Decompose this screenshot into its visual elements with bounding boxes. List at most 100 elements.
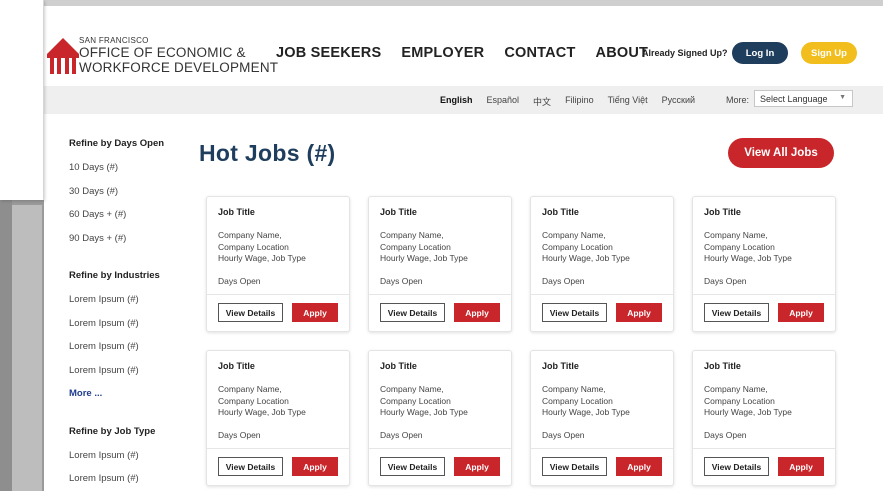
language-bar: English Español 中文 Filipino Tiếng Việt Р… xyxy=(44,86,883,114)
lang-english[interactable]: English xyxy=(440,95,473,108)
company-location: Company Location xyxy=(218,395,289,406)
card-divider xyxy=(207,448,349,449)
days-open: Days Open xyxy=(542,430,585,440)
company-name: Company Name, xyxy=(218,230,282,240)
job-card: Job Title Company Name, Company Location… xyxy=(692,350,836,486)
job-title[interactable]: Job Title xyxy=(218,207,255,217)
lang-russian[interactable]: Русский xyxy=(662,95,695,108)
view-details-button[interactable]: View Details xyxy=(542,457,607,476)
job-card: Job Title Company Name, Company Location… xyxy=(206,350,350,486)
view-details-button[interactable]: View Details xyxy=(704,457,769,476)
chevron-down-icon: ▼ xyxy=(839,94,846,101)
job-card-grid: Job Title Company Name, Company Location… xyxy=(206,196,836,486)
company-location: Company Location xyxy=(380,395,451,406)
filter-industry-item[interactable]: Lorem Ipsum (#) xyxy=(69,341,189,365)
background-edge-light xyxy=(12,205,42,491)
view-details-button[interactable]: View Details xyxy=(704,303,769,322)
nav-contact[interactable]: CONTACT xyxy=(504,45,575,61)
lang-filipino[interactable]: Filipino xyxy=(565,95,594,108)
lang-chinese[interactable]: 中文 xyxy=(533,95,551,108)
wage-type: Hourly Wage, Job Type xyxy=(542,253,630,263)
logo-text[interactable]: SAN FRANCISCO OFFICE OF ECONOMIC & WORKF… xyxy=(79,36,278,75)
company-location: Company Location xyxy=(542,395,613,406)
company-location: Company Location xyxy=(380,241,451,252)
page: SAN FRANCISCO OFFICE OF ECONOMIC & WORKF… xyxy=(44,6,883,491)
view-details-button[interactable]: View Details xyxy=(218,303,283,322)
apply-button[interactable]: Apply xyxy=(454,303,500,322)
company-name: Company Name, xyxy=(380,384,444,394)
filter-job-type-item[interactable]: Lorem Ipsum (#) xyxy=(69,450,189,474)
filter-industry-item[interactable]: Lorem Ipsum (#) xyxy=(69,318,189,342)
background-edge xyxy=(0,200,12,491)
view-all-jobs-button[interactable]: View All Jobs xyxy=(728,138,834,168)
logo-subtitle: SAN FRANCISCO xyxy=(79,36,149,45)
job-title[interactable]: Job Title xyxy=(218,361,255,371)
nav-employer[interactable]: EMPLOYER xyxy=(401,45,484,61)
job-info: Company Name, Company Location Hourly Wa… xyxy=(218,384,306,419)
filter-days-90[interactable]: 90 Days + (#) xyxy=(69,233,189,257)
card-divider xyxy=(693,294,835,295)
job-info: Company Name, Company Location Hourly Wa… xyxy=(704,384,792,419)
sf-city-hall-logo-icon xyxy=(47,38,79,74)
job-title[interactable]: Job Title xyxy=(704,361,741,371)
job-title[interactable]: Job Title xyxy=(542,207,579,217)
apply-button[interactable]: Apply xyxy=(292,457,338,476)
filter-days-30[interactable]: 30 Days (#) xyxy=(69,186,189,210)
filter-days-60[interactable]: 60 Days + (#) xyxy=(69,209,189,233)
days-open: Days Open xyxy=(704,430,747,440)
job-info: Company Name, Company Location Hourly Wa… xyxy=(380,384,468,419)
apply-button[interactable]: Apply xyxy=(616,457,662,476)
job-info: Company Name, Company Location Hourly Wa… xyxy=(704,230,792,265)
filter-industries-more-link[interactable]: More ... xyxy=(69,388,189,412)
apply-button[interactable]: Apply xyxy=(616,303,662,322)
wage-type: Hourly Wage, Job Type xyxy=(704,407,792,417)
wage-type: Hourly Wage, Job Type xyxy=(218,407,306,417)
wage-type: Hourly Wage, Job Type xyxy=(218,253,306,263)
wage-type: Hourly Wage, Job Type xyxy=(704,253,792,263)
company-name: Company Name, xyxy=(704,230,768,240)
card-divider xyxy=(531,448,673,449)
job-title[interactable]: Job Title xyxy=(704,207,741,217)
job-info: Company Name, Company Location Hourly Wa… xyxy=(218,230,306,265)
apply-button[interactable]: Apply xyxy=(292,303,338,322)
company-name: Company Name, xyxy=(704,384,768,394)
job-info: Company Name, Company Location Hourly Wa… xyxy=(380,230,468,265)
job-card: Job Title Company Name, Company Location… xyxy=(530,350,674,486)
nav-job-seekers[interactable]: JOB SEEKERS xyxy=(276,45,381,61)
view-details-button[interactable]: View Details xyxy=(380,457,445,476)
company-name: Company Name, xyxy=(542,384,606,394)
main-nav: JOB SEEKERS EMPLOYER CONTACT ABOUT xyxy=(276,45,648,61)
filter-industry-item[interactable]: Lorem Ipsum (#) xyxy=(69,294,189,318)
lang-vietnamese[interactable]: Tiếng Việt xyxy=(608,95,648,108)
job-title[interactable]: Job Title xyxy=(542,361,579,371)
apply-button[interactable]: Apply xyxy=(454,457,500,476)
apply-button[interactable]: Apply xyxy=(778,457,824,476)
language-select[interactable]: Select Language ▼ xyxy=(754,90,853,107)
job-title[interactable]: Job Title xyxy=(380,207,417,217)
days-open: Days Open xyxy=(542,276,585,286)
company-location: Company Location xyxy=(542,241,613,252)
days-open: Days Open xyxy=(380,276,423,286)
filter-days-10[interactable]: 10 Days (#) xyxy=(69,162,189,186)
filter-heading-industries: Refine by Industries xyxy=(69,270,160,281)
job-card: Job Title Company Name, Company Location… xyxy=(692,196,836,332)
card-divider xyxy=(207,294,349,295)
view-details-button[interactable]: View Details xyxy=(218,457,283,476)
view-details-button[interactable]: View Details xyxy=(542,303,607,322)
company-location: Company Location xyxy=(218,241,289,252)
job-card: Job Title Company Name, Company Location… xyxy=(368,350,512,486)
job-info: Company Name, Company Location Hourly Wa… xyxy=(542,384,630,419)
days-open: Days Open xyxy=(704,276,747,286)
nav-about[interactable]: ABOUT xyxy=(596,45,649,61)
view-details-button[interactable]: View Details xyxy=(380,303,445,322)
filter-industry-item[interactable]: Lorem Ipsum (#) xyxy=(69,365,189,389)
company-name: Company Name, xyxy=(380,230,444,240)
job-card: Job Title Company Name, Company Location… xyxy=(368,196,512,332)
job-title[interactable]: Job Title xyxy=(380,361,417,371)
login-button[interactable]: Log In xyxy=(732,42,788,64)
lang-espanol[interactable]: Español xyxy=(487,95,520,108)
card-divider xyxy=(693,448,835,449)
signup-button[interactable]: Sign Up xyxy=(801,42,857,64)
filter-job-type-item[interactable]: Lorem Ipsum (#) xyxy=(69,473,189,491)
apply-button[interactable]: Apply xyxy=(778,303,824,322)
